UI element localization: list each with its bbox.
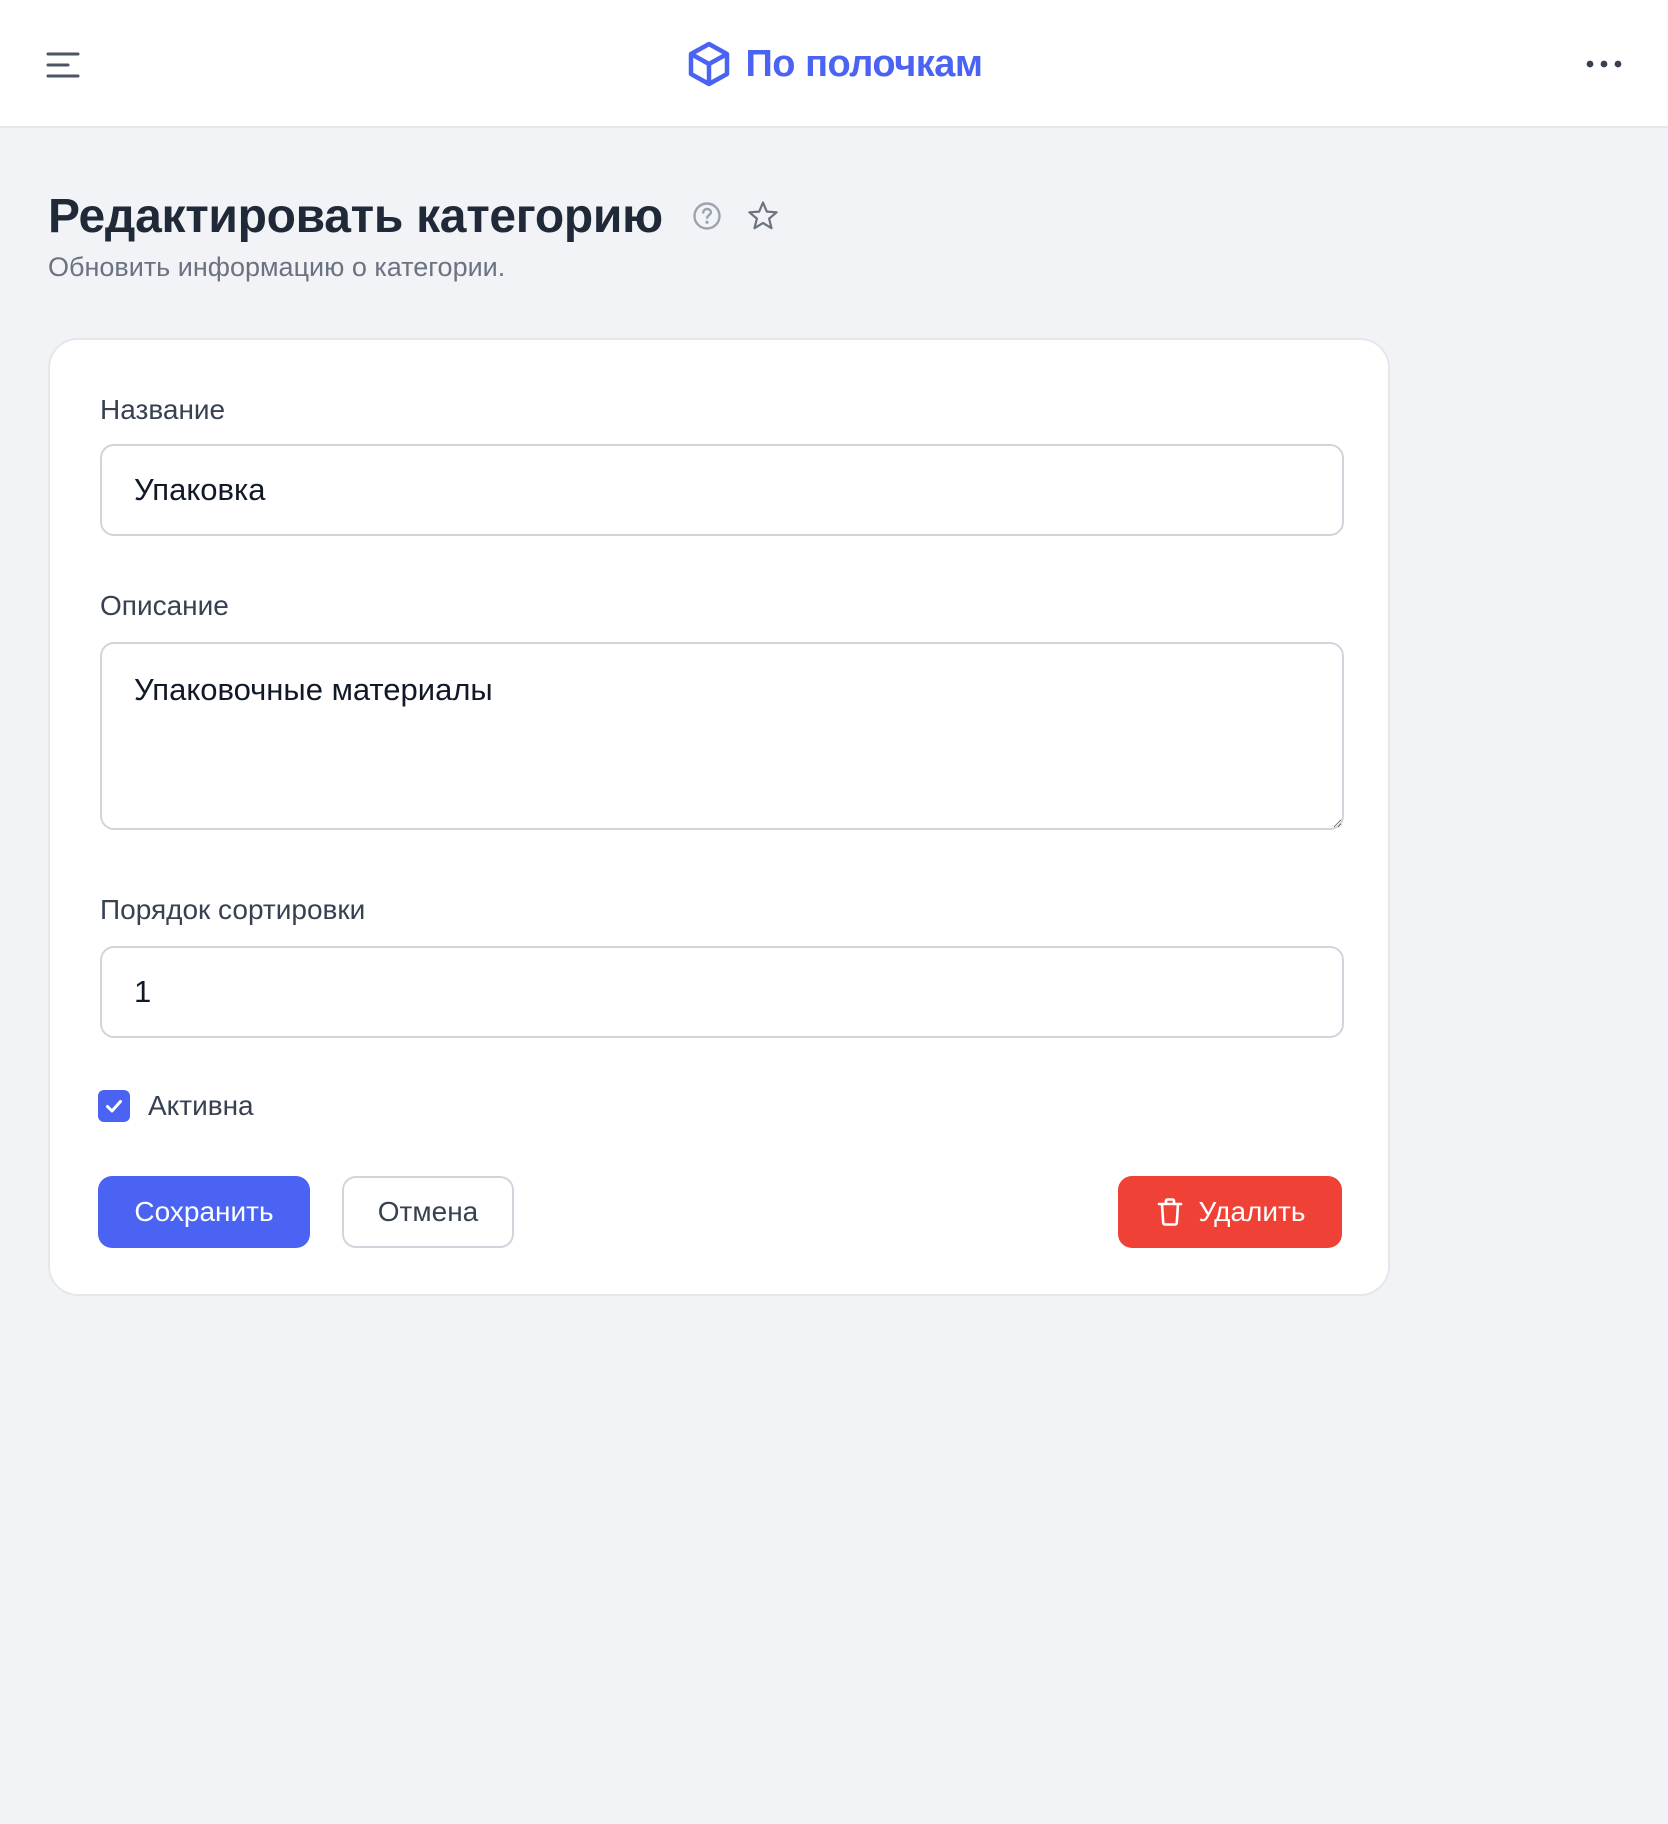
delete-button-label: Удалить [1198,1196,1306,1227]
menu-button[interactable] [40,42,88,86]
page-header: Редактировать категорию [48,180,783,252]
active-checkbox[interactable] [98,1090,130,1122]
favorite-button[interactable] [743,196,783,236]
checkmark-icon [106,1100,122,1113]
description-label: Описание [100,590,229,621]
edit-category-form: Название Описание Упаковочные материалы … [48,338,1390,1296]
cancel-button-label: Отмена [377,1196,479,1227]
sort-order-label: Порядок сортировки [100,894,366,925]
hamburger-menu-icon [46,52,80,78]
page-subtitle: Обновить информацию о категории. [48,252,506,282]
sort-order-input[interactable] [100,946,1344,1038]
help-button[interactable] [687,196,727,236]
name-label: Название [100,394,226,425]
more-options-button[interactable] [1576,44,1632,84]
more-horizontal-icon [1586,60,1622,68]
active-checkbox-row[interactable]: Активна [98,1088,254,1124]
brand-logo: По полочкам [0,0,1668,128]
cancel-button[interactable]: Отмена [342,1176,514,1248]
star-icon [748,201,778,230]
box-icon [689,41,730,87]
help-circle-icon [693,202,721,230]
description-textarea[interactable]: Упаковочные материалы [100,642,1344,830]
brand-name: По полочкам [745,42,983,85]
save-button-label: Сохранить [134,1196,274,1227]
active-label: Активна [148,1090,254,1121]
delete-button[interactable]: Удалить [1118,1176,1342,1248]
save-button[interactable]: Сохранить [98,1176,310,1248]
trash-icon [1157,1198,1182,1226]
page-title: Редактировать категорию [48,189,663,243]
name-input[interactable] [100,444,1344,536]
top-navigation-bar: По полочкам [0,0,1668,128]
